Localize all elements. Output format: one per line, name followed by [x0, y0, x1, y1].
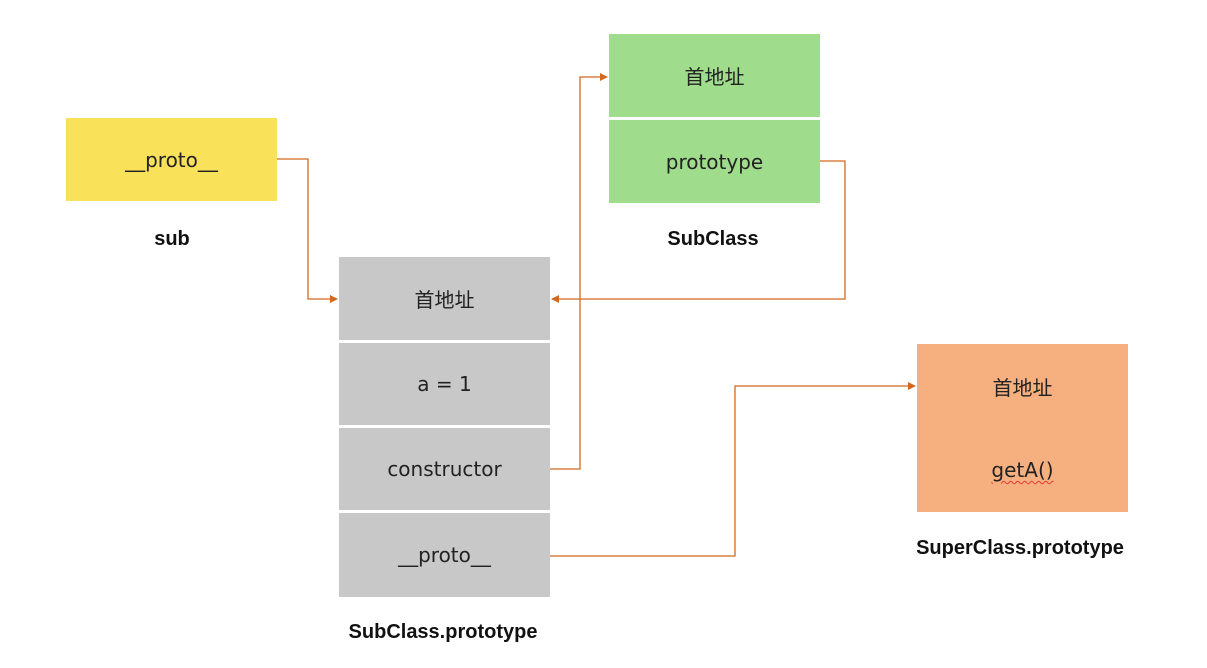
connector-layer	[277, 73, 916, 557]
arrow-constructor-to-subclass	[550, 73, 608, 470]
arrow-proto-to-superclass-prototype	[550, 382, 916, 557]
arrow-sub-proto-to-subclass-prototype	[277, 158, 338, 303]
arrow-subclass-prototype-to-object	[551, 160, 846, 303]
